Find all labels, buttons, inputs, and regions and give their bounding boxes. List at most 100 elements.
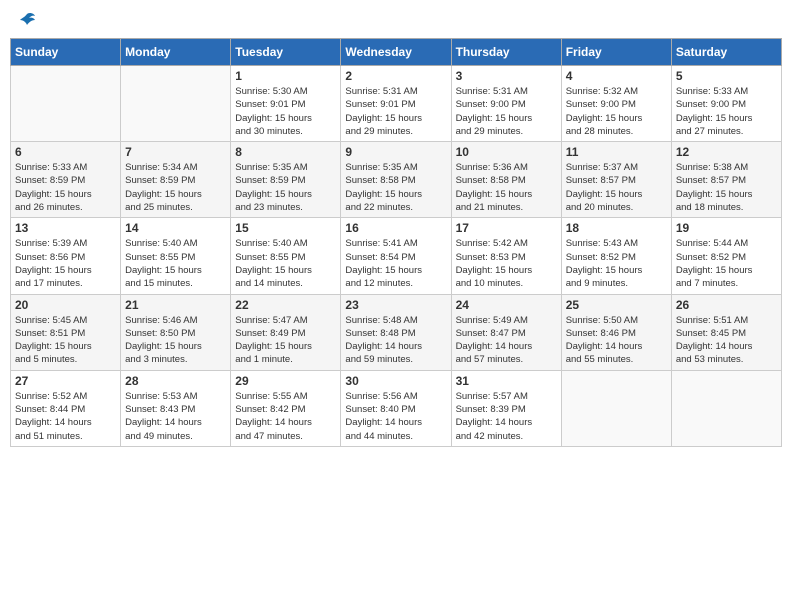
calendar-cell: 31Sunrise: 5:57 AM Sunset: 8:39 PM Dayli… bbox=[451, 370, 561, 446]
weekday-header-tuesday: Tuesday bbox=[231, 39, 341, 66]
day-number: 9 bbox=[345, 145, 446, 159]
day-info: Sunrise: 5:38 AM Sunset: 8:57 PM Dayligh… bbox=[676, 161, 777, 214]
calendar-cell: 22 Sunrise: 5:47 AM Sunset: 8:49 PM Dayli… bbox=[231, 294, 341, 370]
day-number: 4 bbox=[566, 69, 667, 83]
day-number: 19 bbox=[676, 221, 777, 235]
day-info: Sunrise: 5:40 AM Sunset: 8:55 PM Dayligh… bbox=[125, 237, 226, 290]
day-info: Sunrise: 5:33 AM Sunset: 8:59 PM Dayligh… bbox=[15, 161, 116, 214]
day-number: 13 bbox=[15, 221, 116, 235]
day-info: Sunrise: 5:42 AM Sunset: 8:53 PM Dayligh… bbox=[456, 237, 557, 290]
calendar-cell bbox=[121, 66, 231, 142]
calendar-cell: 17 Sunrise: 5:42 AM Sunset: 8:53 PM Dayli… bbox=[451, 218, 561, 294]
calendar-cell: 11 Sunrise: 5:37 AM Sunset: 8:57 PM Dayli… bbox=[561, 142, 671, 218]
day-number: 11 bbox=[566, 145, 667, 159]
day-info: Sunrise: 5:31 AM Sunset: 9:01 PM Dayligh… bbox=[345, 85, 446, 138]
day-number: 26 bbox=[676, 298, 777, 312]
day-number: 2 bbox=[345, 69, 446, 83]
weekday-header-wednesday: Wednesday bbox=[341, 39, 451, 66]
day-number: 25 bbox=[566, 298, 667, 312]
logo bbox=[15, 10, 37, 30]
day-info: Sunrise: 5:33 AM Sunset: 9:00 PM Dayligh… bbox=[676, 85, 777, 138]
day-info: Sunrise: 5:55 AM Sunset: 8:42 PM Dayligh… bbox=[235, 390, 336, 443]
day-number: 16 bbox=[345, 221, 446, 235]
day-info: Sunrise: 5:40 AM Sunset: 8:55 PM Dayligh… bbox=[235, 237, 336, 290]
calendar-cell: 18Sunrise: 5:43 AM Sunset: 8:52 PM Dayli… bbox=[561, 218, 671, 294]
day-info: Sunrise: 5:52 AM Sunset: 8:44 PM Dayligh… bbox=[15, 390, 116, 443]
day-number: 23 bbox=[345, 298, 446, 312]
calendar-cell: 28 Sunrise: 5:53 AM Sunset: 8:43 PM Dayli… bbox=[121, 370, 231, 446]
day-number: 22 bbox=[235, 298, 336, 312]
day-info: Sunrise: 5:43 AM Sunset: 8:52 PM Dayligh… bbox=[566, 237, 667, 290]
day-info: Sunrise: 5:35 AM Sunset: 8:58 PM Dayligh… bbox=[345, 161, 446, 214]
weekday-header-monday: Monday bbox=[121, 39, 231, 66]
calendar-cell: 27Sunrise: 5:52 AM Sunset: 8:44 PM Dayli… bbox=[11, 370, 121, 446]
weekday-header-saturday: Saturday bbox=[671, 39, 781, 66]
day-number: 1 bbox=[235, 69, 336, 83]
page-header bbox=[10, 10, 782, 30]
calendar-cell: 6Sunrise: 5:33 AM Sunset: 8:59 PM Daylig… bbox=[11, 142, 121, 218]
day-number: 5 bbox=[676, 69, 777, 83]
day-info: Sunrise: 5:44 AM Sunset: 8:52 PM Dayligh… bbox=[676, 237, 777, 290]
day-info: Sunrise: 5:45 AM Sunset: 8:51 PM Dayligh… bbox=[15, 314, 116, 367]
calendar-cell: 25 Sunrise: 5:50 AM Sunset: 8:46 PM Dayli… bbox=[561, 294, 671, 370]
calendar-cell: 20 Sunrise: 5:45 AM Sunset: 8:51 PM Dayli… bbox=[11, 294, 121, 370]
day-info: Sunrise: 5:48 AM Sunset: 8:48 PM Dayligh… bbox=[345, 314, 446, 367]
calendar-cell: 23 Sunrise: 5:48 AM Sunset: 8:48 PM Dayli… bbox=[341, 294, 451, 370]
day-info: Sunrise: 5:56 AM Sunset: 8:40 PM Dayligh… bbox=[345, 390, 446, 443]
day-info: Sunrise: 5:36 AM Sunset: 8:58 PM Dayligh… bbox=[456, 161, 557, 214]
calendar-cell: 8Sunrise: 5:35 AM Sunset: 8:59 PM Daylig… bbox=[231, 142, 341, 218]
calendar-cell: 1 Sunrise: 5:30 AM Sunset: 9:01 PM Daylig… bbox=[231, 66, 341, 142]
day-number: 15 bbox=[235, 221, 336, 235]
calendar-cell: 15 Sunrise: 5:40 AM Sunset: 8:55 PM Dayli… bbox=[231, 218, 341, 294]
calendar-cell: 2 Sunrise: 5:31 AM Sunset: 9:01 PM Daylig… bbox=[341, 66, 451, 142]
day-info: Sunrise: 5:50 AM Sunset: 8:46 PM Dayligh… bbox=[566, 314, 667, 367]
weekday-header-row: SundayMondayTuesdayWednesdayThursdayFrid… bbox=[11, 39, 782, 66]
day-info: Sunrise: 5:51 AM Sunset: 8:45 PM Dayligh… bbox=[676, 314, 777, 367]
day-info: Sunrise: 5:47 AM Sunset: 8:49 PM Dayligh… bbox=[235, 314, 336, 367]
day-number: 7 bbox=[125, 145, 226, 159]
day-info: Sunrise: 5:34 AM Sunset: 8:59 PM Dayligh… bbox=[125, 161, 226, 214]
calendar-cell bbox=[11, 66, 121, 142]
weekday-header-thursday: Thursday bbox=[451, 39, 561, 66]
calendar-cell: 16 Sunrise: 5:41 AM Sunset: 8:54 PM Dayli… bbox=[341, 218, 451, 294]
calendar-week-row: 6Sunrise: 5:33 AM Sunset: 8:59 PM Daylig… bbox=[11, 142, 782, 218]
day-number: 21 bbox=[125, 298, 226, 312]
day-info: Sunrise: 5:37 AM Sunset: 8:57 PM Dayligh… bbox=[566, 161, 667, 214]
day-info: Sunrise: 5:49 AM Sunset: 8:47 PM Dayligh… bbox=[456, 314, 557, 367]
day-number: 17 bbox=[456, 221, 557, 235]
day-number: 24 bbox=[456, 298, 557, 312]
day-info: Sunrise: 5:53 AM Sunset: 8:43 PM Dayligh… bbox=[125, 390, 226, 443]
calendar-cell: 19 Sunrise: 5:44 AM Sunset: 8:52 PM Dayli… bbox=[671, 218, 781, 294]
day-info: Sunrise: 5:35 AM Sunset: 8:59 PM Dayligh… bbox=[235, 161, 336, 214]
day-info: Sunrise: 5:30 AM Sunset: 9:01 PM Dayligh… bbox=[235, 85, 336, 138]
calendar-cell: 21 Sunrise: 5:46 AM Sunset: 8:50 PM Dayli… bbox=[121, 294, 231, 370]
day-number: 12 bbox=[676, 145, 777, 159]
logo-bird-icon bbox=[17, 10, 37, 30]
calendar-cell: 4 Sunrise: 5:32 AM Sunset: 9:00 PM Daylig… bbox=[561, 66, 671, 142]
day-number: 20 bbox=[15, 298, 116, 312]
day-number: 28 bbox=[125, 374, 226, 388]
weekday-header-friday: Friday bbox=[561, 39, 671, 66]
calendar-cell: 10 Sunrise: 5:36 AM Sunset: 8:58 PM Dayli… bbox=[451, 142, 561, 218]
calendar-table: SundayMondayTuesdayWednesdayThursdayFrid… bbox=[10, 38, 782, 447]
day-number: 29 bbox=[235, 374, 336, 388]
calendar-cell: 5 Sunrise: 5:33 AM Sunset: 9:00 PM Daylig… bbox=[671, 66, 781, 142]
calendar-week-row: 13Sunrise: 5:39 AM Sunset: 8:56 PM Dayli… bbox=[11, 218, 782, 294]
calendar-cell: 30 Sunrise: 5:56 AM Sunset: 8:40 PM Dayli… bbox=[341, 370, 451, 446]
calendar-cell: 12 Sunrise: 5:38 AM Sunset: 8:57 PM Dayli… bbox=[671, 142, 781, 218]
calendar-cell: 3Sunrise: 5:31 AM Sunset: 9:00 PM Daylig… bbox=[451, 66, 561, 142]
calendar-cell bbox=[561, 370, 671, 446]
day-number: 14 bbox=[125, 221, 226, 235]
calendar-cell: 29 Sunrise: 5:55 AM Sunset: 8:42 PM Dayli… bbox=[231, 370, 341, 446]
day-info: Sunrise: 5:31 AM Sunset: 9:00 PM Dayligh… bbox=[456, 85, 557, 138]
calendar-week-row: 20 Sunrise: 5:45 AM Sunset: 8:51 PM Dayli… bbox=[11, 294, 782, 370]
day-info: Sunrise: 5:32 AM Sunset: 9:00 PM Dayligh… bbox=[566, 85, 667, 138]
calendar-cell: 26 Sunrise: 5:51 AM Sunset: 8:45 PM Dayli… bbox=[671, 294, 781, 370]
day-number: 10 bbox=[456, 145, 557, 159]
calendar-cell: 13Sunrise: 5:39 AM Sunset: 8:56 PM Dayli… bbox=[11, 218, 121, 294]
weekday-header-sunday: Sunday bbox=[11, 39, 121, 66]
day-info: Sunrise: 5:57 AM Sunset: 8:39 PM Dayligh… bbox=[456, 390, 557, 443]
day-number: 30 bbox=[345, 374, 446, 388]
day-info: Sunrise: 5:46 AM Sunset: 8:50 PM Dayligh… bbox=[125, 314, 226, 367]
day-info: Sunrise: 5:41 AM Sunset: 8:54 PM Dayligh… bbox=[345, 237, 446, 290]
